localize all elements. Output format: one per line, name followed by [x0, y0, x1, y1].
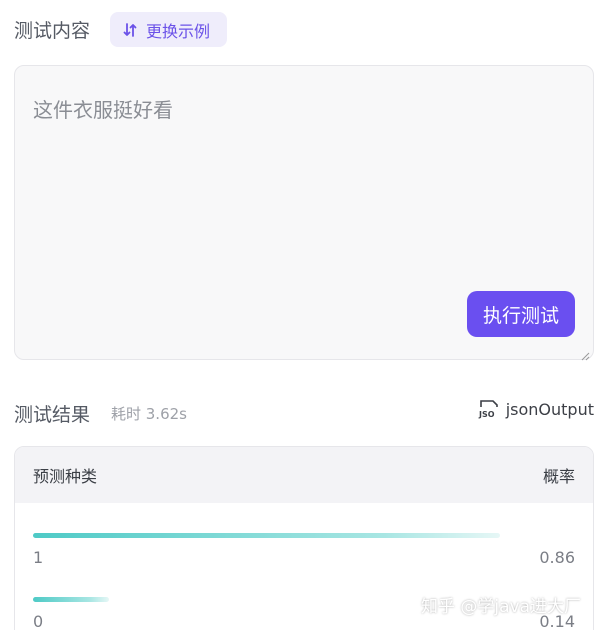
probability-bar-track — [33, 533, 500, 538]
swap-icon — [122, 22, 138, 38]
test-content-title: 测试内容 — [14, 20, 91, 42]
row-category: 1 — [33, 548, 44, 567]
swap-example-button[interactable]: 更换示例 — [110, 12, 227, 47]
watermark: 知乎 @学java进大厂 — [421, 597, 582, 617]
resize-handle-icon[interactable] — [580, 346, 590, 361]
json-output-button[interactable]: JSO jsonOutput — [478, 399, 594, 420]
result-row: 1 0.86 — [33, 533, 575, 567]
elapsed-time: 耗时 3.62s — [111, 405, 187, 423]
run-test-button[interactable]: 执行测试 — [467, 291, 575, 337]
test-input-text[interactable]: 这件衣服挺好看 — [33, 94, 173, 123]
probability-bar — [33, 597, 110, 602]
swap-example-label: 更换示例 — [146, 21, 211, 41]
json-file-icon: JSO — [478, 399, 500, 419]
svg-text:JSO: JSO — [478, 410, 495, 419]
row-category: 0 — [33, 612, 44, 630]
result-table-header: 预测种类 概率 — [15, 447, 593, 503]
column-header-probability: 概率 — [542, 467, 575, 486]
test-input-textarea[interactable]: 这件衣服挺好看 执行测试 — [14, 65, 594, 361]
row-probability: 0.86 — [539, 548, 575, 567]
probability-bar — [33, 533, 500, 538]
column-header-category: 预测种类 — [33, 467, 98, 486]
test-result-title: 测试结果 — [14, 404, 91, 426]
json-output-label: jsonOutput — [505, 399, 594, 419]
